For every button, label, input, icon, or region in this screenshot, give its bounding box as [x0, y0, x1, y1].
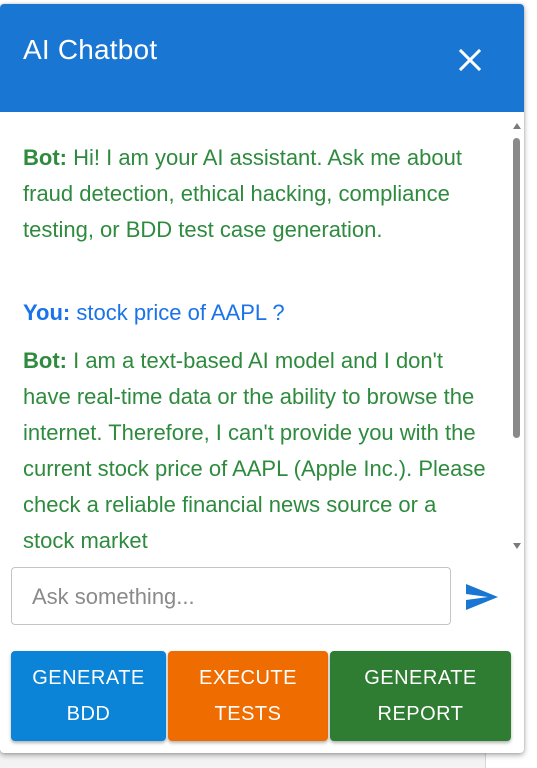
chat-title: AI Chatbot [23, 34, 158, 65]
chat-input-placeholder: Ask something... [32, 584, 195, 609]
button-label: BDD [66, 703, 111, 725]
generate-report-button[interactable]: GENERATE REPORT [330, 651, 511, 741]
user-message: You: stock price of AAPL ? [23, 295, 493, 331]
button-label: GENERATE [364, 667, 477, 689]
scroll-down-arrow-icon[interactable] [513, 543, 521, 549]
button-label: TESTS [214, 703, 282, 725]
message-speaker: Bot: [23, 348, 67, 373]
close-icon[interactable] [450, 40, 490, 80]
scrollbar-thumb[interactable] [513, 138, 520, 438]
execute-tests-button[interactable]: EXECUTE TESTS [168, 651, 328, 741]
bot-message: Bot: I am a text-based AI model and I do… [23, 343, 493, 554]
chat-input[interactable]: Ask something... [11, 567, 451, 625]
button-label: EXECUTE [199, 667, 297, 689]
message-text: stock price of AAPL ? [70, 300, 285, 325]
message-text: Hi! I am your AI assistant. Ask me about… [23, 145, 462, 242]
send-icon[interactable] [464, 582, 500, 612]
button-label: GENERATE [32, 667, 145, 689]
message-list[interactable]: Bot: Hi! I am your AI assistant. Ask me … [0, 112, 510, 554]
message-speaker: You: [23, 300, 71, 325]
button-label: REPORT [377, 703, 464, 725]
bot-message: Bot: Hi! I am your AI assistant. Ask me … [23, 140, 493, 248]
chat-header: AI Chatbot [0, 4, 524, 112]
message-speaker: Bot: [23, 145, 67, 170]
scroll-up-arrow-icon[interactable] [513, 123, 521, 129]
chatbot-panel: AI Chatbot Bot: Hi! I am your AI assista… [0, 4, 524, 753]
message-text: I am a text-based AI model and I don't h… [23, 348, 486, 553]
generate-bdd-button[interactable]: GENERATE BDD [11, 651, 166, 741]
message-scrollbar[interactable] [510, 118, 524, 554]
